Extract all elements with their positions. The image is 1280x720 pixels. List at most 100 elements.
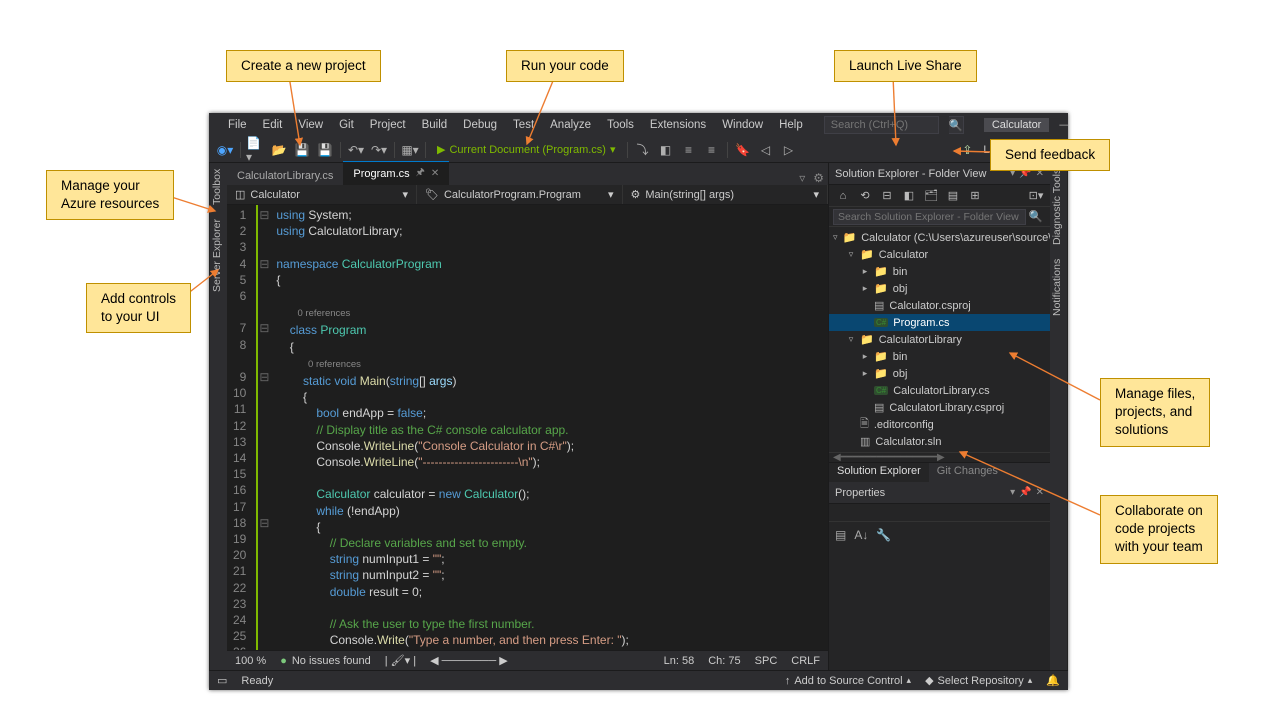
prop-wrench-icon[interactable]: 🔧 (876, 528, 891, 542)
properties-panel: Properties▾📌✕ ▤ A↓ 🔧 (829, 482, 1050, 670)
menu-extensions[interactable]: Extensions (647, 117, 709, 133)
redo-button[interactable]: ↷▾ (369, 140, 389, 160)
tab-close-icon[interactable]: ✕ (431, 168, 439, 179)
tab-program-active[interactable]: Program.cs🖈✕ (343, 161, 449, 185)
indent-mode[interactable]: SPC (755, 655, 778, 667)
editor-status-bar: 100 % ● No issues found | 🖌▾ | ◀ ───────… (227, 650, 828, 670)
notifications-tab[interactable]: Notifications (1051, 259, 1066, 316)
menu-test[interactable]: Test (510, 117, 537, 133)
undo-button[interactable]: ↶▾ (346, 140, 366, 160)
nav-member[interactable]: ⚙ Main(string[] args) ▾ (623, 185, 829, 204)
line-number-gutter: 1 2 3 4 5 6 7 8 9 10 11 12 13 14 15 16 1… (227, 205, 258, 650)
line-ending[interactable]: CRLF (791, 655, 820, 667)
cursor-col: Ch: 75 (708, 655, 740, 667)
solution-explorer-search: 🔍 (829, 207, 1050, 227)
callout-live-share: Launch Live Share (834, 50, 977, 82)
nav-project[interactable]: ◫ Calculator ▾ (227, 185, 417, 204)
tab-pin-icon[interactable]: 🖈 (416, 165, 425, 182)
save-all-button[interactable]: 💾 (315, 140, 335, 160)
indent-right-icon[interactable]: ≡ (702, 140, 722, 160)
menu-build[interactable]: Build (419, 117, 451, 133)
menu-file[interactable]: File (225, 117, 250, 133)
zoom-level[interactable]: 100 % (235, 655, 266, 667)
visual-studio-window: File Edit View Git Project Build Debug T… (209, 113, 1068, 690)
tab-solution-explorer[interactable]: Solution Explorer (829, 463, 929, 482)
switch-view-icon[interactable]: ⊞ (967, 189, 983, 202)
cursor-line: Ln: 58 (664, 655, 695, 667)
menu-debug[interactable]: Debug (460, 117, 500, 133)
new-project-button[interactable]: 📄▾ (246, 140, 266, 160)
callout-git: Collaborate on code projects with your t… (1100, 495, 1218, 564)
solution-search-input[interactable] (833, 209, 1026, 225)
bookmark-prev-icon[interactable]: ◁ (756, 140, 776, 160)
status-ready: Ready (241, 675, 273, 687)
callout-new-project: Create a new project (226, 50, 381, 82)
settings-icon[interactable]: ⚙ (809, 171, 828, 185)
categorize-icon[interactable]: ▤ (835, 528, 846, 542)
showall-icon[interactable]: ◧ (901, 189, 917, 202)
diagnostic-tools-tab[interactable]: Diagnostic Tools (1051, 169, 1066, 245)
alpha-icon[interactable]: A↓ (854, 528, 868, 542)
tab-git-changes[interactable]: Git Changes (929, 463, 1006, 482)
tab-calculatorlibrary[interactable]: CalculatorLibrary.cs (227, 167, 343, 185)
search-icon[interactable]: 🔍 (1026, 210, 1046, 223)
start-target-label: Current Document (Program.cs) (449, 144, 606, 156)
search-button[interactable]: 🔍 (949, 116, 964, 134)
collapse-icon[interactable]: ⊟ (879, 189, 895, 202)
solution-name: Calculator (984, 118, 1050, 132)
search-input[interactable] (824, 116, 939, 134)
status-bar: ▭ Ready ↑ Add to Source Control ▴ ◆ Sele… (209, 670, 1068, 690)
view-icon[interactable]: ⊡▾ (1028, 189, 1044, 202)
save-button[interactable]: 💾 (292, 140, 312, 160)
callout-toolbox: Add controls to your UI (86, 283, 191, 333)
menu-view[interactable]: View (295, 117, 326, 133)
open-button[interactable]: 📂 (269, 140, 289, 160)
main-toolbar: ◉▾ 📄▾ 📂 💾 💾 ↶▾ ↷▾ ▦▾ ▶Current Document (… (209, 137, 1068, 163)
solution-explorer-toolbar: ⌂ ⟲ ⊟ ◧ 🗂 ▤ ⊞ ⊡▾ (829, 185, 1050, 207)
config-dropdown[interactable]: ▦▾ (400, 140, 420, 160)
preview-icon[interactable]: ▿ (795, 171, 809, 185)
props-close-icon[interactable]: ✕ (1036, 487, 1044, 498)
server-explorer-tab[interactable]: Server Explorer (211, 219, 226, 292)
callout-manage-files: Manage files, projects, and solutions (1100, 378, 1210, 447)
code-content: using System; using CalculatorLibrary; n… (270, 205, 828, 650)
error-indicator[interactable]: ● No issues found (280, 655, 371, 667)
start-debug-button[interactable]: ▶Current Document (Program.cs)▾ (431, 143, 622, 156)
toolbox-tab[interactable]: Toolbox (211, 169, 226, 205)
right-sidebar-tabs: Notifications Diagnostic Tools (1050, 163, 1068, 670)
menu-tools[interactable]: Tools (604, 117, 637, 133)
menu-analyze[interactable]: Analyze (547, 117, 594, 133)
add-source-control-button[interactable]: ↑ Add to Source Control ▴ (785, 675, 911, 687)
menu-project[interactable]: Project (367, 117, 409, 133)
props-pin-icon[interactable]: 📌 (1019, 487, 1031, 498)
home-icon[interactable]: ⌂ (835, 190, 851, 202)
indent-left-icon[interactable]: ≡ (679, 140, 699, 160)
bookmark-next-icon[interactable]: ▷ (779, 140, 799, 160)
menu-window[interactable]: Window (719, 117, 766, 133)
output-icon[interactable]: ▭ (217, 674, 227, 687)
menu-git[interactable]: Git (336, 117, 357, 133)
solution-tree[interactable]: ▿📁Calculator (C:\Users\azureuser\source\… (829, 227, 1050, 452)
refresh-icon[interactable]: 🗂 (923, 189, 939, 202)
fold-gutter[interactable]: ⊟ ⊟ ⊟ ⊟ ⊟ ⊟ (258, 205, 270, 650)
live-share-icon[interactable]: ⇪ (957, 140, 977, 160)
code-editor[interactable]: 1 2 3 4 5 6 7 8 9 10 11 12 13 14 15 16 1… (227, 205, 828, 650)
breakpoint-icon[interactable]: ◧ (656, 140, 676, 160)
nav-class[interactable]: 🏷 CalculatorProgram.Program ▾ (417, 185, 623, 204)
sync-icon[interactable]: ⟲ (857, 189, 873, 202)
menu-bar: File Edit View Git Project Build Debug T… (209, 113, 1068, 137)
nav-back-icon[interactable]: ◉▾ (215, 140, 235, 160)
right-tabs: Solution Explorer Git Changes (829, 462, 1050, 482)
document-tabs: CalculatorLibrary.cs Program.cs🖈✕ ▿ ⚙ (227, 163, 828, 185)
select-repository-button[interactable]: ◆ Select Repository ▴ (925, 674, 1032, 687)
menu-help[interactable]: Help (776, 117, 806, 133)
properties-icon[interactable]: ▤ (945, 189, 961, 202)
tree-selected-program[interactable]: C#Program.cs (829, 314, 1050, 331)
notifications-icon[interactable]: 🔔 (1046, 674, 1060, 687)
callout-azure: Manage your Azure resources (46, 170, 174, 220)
step-icon[interactable]: ⤵ (633, 140, 653, 160)
minimize-button[interactable]: — (1059, 119, 1068, 131)
bookmark-icon[interactable]: 🔖 (733, 140, 753, 160)
props-dropdown-icon[interactable]: ▾ (1010, 487, 1015, 498)
menu-edit[interactable]: Edit (260, 117, 286, 133)
